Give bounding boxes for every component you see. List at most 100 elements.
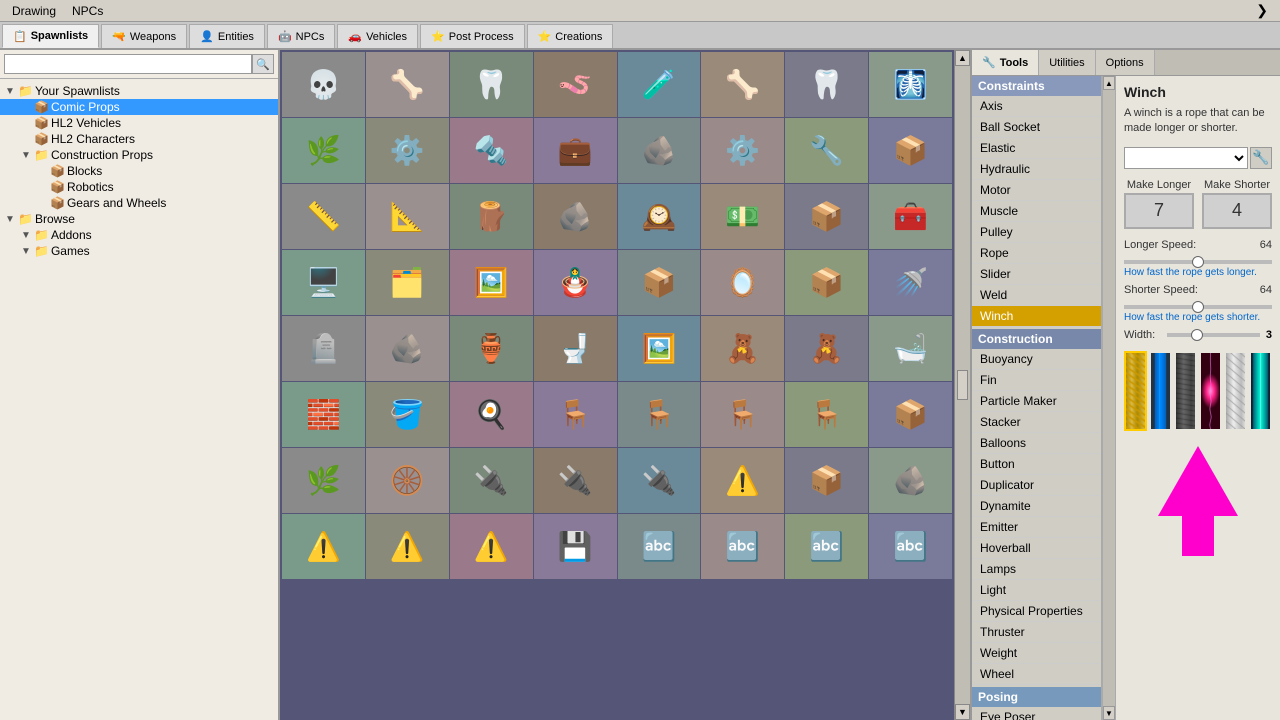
construction-item-weight[interactable]: Weight [972, 643, 1101, 664]
tree-item-browse[interactable]: ▼ 📁 Browse [0, 211, 278, 227]
prop-cell-39[interactable]: 🛁 [869, 316, 952, 381]
rope-preview-1[interactable] [1149, 351, 1172, 431]
scroll-down-btn[interactable]: ▼ [955, 704, 970, 720]
prop-cell-20[interactable]: 🕰️ [618, 184, 701, 249]
scroll-up-btn[interactable]: ▲ [955, 50, 970, 66]
prop-cell-37[interactable]: 🧸 [701, 316, 784, 381]
constraint-item-elastic[interactable]: Elastic [972, 138, 1101, 159]
construction-item-stacker[interactable]: Stacker [972, 412, 1101, 433]
prop-cell-29[interactable]: 🪞 [701, 250, 784, 315]
construction-item-button[interactable]: Button [972, 454, 1101, 475]
tab-weapons[interactable]: 🔫 Weapons [101, 24, 187, 48]
construction-item-emitter[interactable]: Emitter [972, 517, 1101, 538]
prop-cell-56[interactable]: ⚠️ [282, 514, 365, 579]
prop-cell-45[interactable]: 🪑 [701, 382, 784, 447]
menu-drawing[interactable]: Drawing [4, 2, 64, 20]
make-shorter-input[interactable] [1202, 193, 1272, 229]
prop-cell-59[interactable]: 💾 [534, 514, 617, 579]
prop-cell-40[interactable]: 🧱 [282, 382, 365, 447]
prop-cell-44[interactable]: 🪑 [618, 382, 701, 447]
right-tab-utilities[interactable]: Utilities [1039, 50, 1095, 75]
const-scroll-down[interactable]: ▼ [1103, 706, 1115, 720]
const-scroll-up[interactable]: ▲ [1103, 76, 1115, 90]
prop-cell-3[interactable]: 🪱 [534, 52, 617, 117]
tree-item-robotics[interactable]: 📦 Robotics [0, 179, 278, 195]
prop-cell-6[interactable]: 🦷 [785, 52, 868, 117]
prop-cell-19[interactable]: 🪨 [534, 184, 617, 249]
construction-item-fin[interactable]: Fin [972, 370, 1101, 391]
prop-cell-49[interactable]: 🛞 [366, 448, 449, 513]
prop-cell-15[interactable]: 📦 [869, 118, 952, 183]
right-tab-options[interactable]: Options [1096, 50, 1155, 75]
prop-cell-26[interactable]: 🖼️ [450, 250, 533, 315]
prop-cell-8[interactable]: 🌿 [282, 118, 365, 183]
prop-cell-23[interactable]: 🧰 [869, 184, 952, 249]
construction-item-thruster[interactable]: Thruster [972, 622, 1101, 643]
prop-cell-14[interactable]: 🔧 [785, 118, 868, 183]
prop-cell-25[interactable]: 🗂️ [366, 250, 449, 315]
prop-cell-41[interactable]: 🪣 [366, 382, 449, 447]
prop-cell-34[interactable]: 🏺 [450, 316, 533, 381]
prop-cell-18[interactable]: 🪵 [450, 184, 533, 249]
prop-cell-61[interactable]: 🔤 [701, 514, 784, 579]
prop-cell-27[interactable]: 🪆 [534, 250, 617, 315]
constraint-item-hydraulic[interactable]: Hydraulic [972, 159, 1101, 180]
prop-cell-57[interactable]: ⚠️ [366, 514, 449, 579]
tree-item-hl2-vehicles[interactable]: 📦 HL2 Vehicles [0, 115, 278, 131]
tab-entities[interactable]: 👤 Entities [189, 24, 265, 48]
constraint-item-ball-socket[interactable]: Ball Socket [972, 117, 1101, 138]
prop-cell-43[interactable]: 🪑 [534, 382, 617, 447]
constraint-item-pulley[interactable]: Pulley [972, 222, 1101, 243]
constraint-item-rope[interactable]: Rope [972, 243, 1101, 264]
prop-cell-55[interactable]: 🪨 [869, 448, 952, 513]
prop-cell-10[interactable]: 🔩 [450, 118, 533, 183]
prop-cell-54[interactable]: 📦 [785, 448, 868, 513]
longer-speed-slider[interactable] [1124, 260, 1272, 264]
constraint-item-slider[interactable]: Slider [972, 264, 1101, 285]
prop-cell-42[interactable]: 🍳 [450, 382, 533, 447]
prop-cell-35[interactable]: 🚽 [534, 316, 617, 381]
tree-item-hl2-chars[interactable]: 📦 HL2 Characters [0, 131, 278, 147]
rope-preview-3[interactable] [1199, 351, 1222, 431]
prop-cell-47[interactable]: 📦 [869, 382, 952, 447]
prop-cell-22[interactable]: 📦 [785, 184, 868, 249]
scroll-thumb[interactable] [957, 370, 968, 400]
rope-preview-5[interactable] [1249, 351, 1272, 431]
make-longer-input[interactable] [1124, 193, 1194, 229]
rope-preview-0[interactable] [1124, 351, 1147, 431]
tree-item-construction-props[interactable]: ▼ 📁 Construction Props [0, 147, 278, 163]
width-slider[interactable] [1167, 333, 1260, 337]
prop-cell-4[interactable]: 🧪 [618, 52, 701, 117]
prop-cell-30[interactable]: 📦 [785, 250, 868, 315]
constraint-item-axis[interactable]: Axis [972, 96, 1101, 117]
prop-cell-38[interactable]: 🧸 [785, 316, 868, 381]
posing-item-eye-poser[interactable]: Eye Poser [972, 707, 1101, 720]
prop-cell-48[interactable]: 🌿 [282, 448, 365, 513]
prop-cell-32[interactable]: 🪦 [282, 316, 365, 381]
prop-cell-36[interactable]: 🖼️ [618, 316, 701, 381]
rope-preview-2[interactable] [1174, 351, 1197, 431]
search-input[interactable] [4, 54, 252, 74]
tree-item-games[interactable]: ▼ 📁 Games [0, 243, 278, 259]
menu-expand[interactable]: ❯ [1248, 0, 1276, 21]
prop-cell-51[interactable]: 🔌 [534, 448, 617, 513]
prop-cell-58[interactable]: ⚠️ [450, 514, 533, 579]
prop-cell-2[interactable]: 🦷 [450, 52, 533, 117]
prop-cell-52[interactable]: 🔌 [618, 448, 701, 513]
constraint-item-weld[interactable]: Weld [972, 285, 1101, 306]
rope-preview-4[interactable] [1224, 351, 1247, 431]
prop-cell-50[interactable]: 🔌 [450, 448, 533, 513]
prop-cell-1[interactable]: 🦴 [366, 52, 449, 117]
prop-cell-21[interactable]: 💵 [701, 184, 784, 249]
constraint-item-motor[interactable]: Motor [972, 180, 1101, 201]
tree-item-gears[interactable]: 📦 Gears and Wheels [0, 195, 278, 211]
prop-cell-62[interactable]: 🔤 [785, 514, 868, 579]
prop-cell-0[interactable]: 💀 [282, 52, 365, 117]
construction-item-duplicator[interactable]: Duplicator [972, 475, 1101, 496]
construction-item-hoverball[interactable]: Hoverball [972, 538, 1101, 559]
construction-item-particle-maker[interactable]: Particle Maker [972, 391, 1101, 412]
tree-item-spawnlists[interactable]: ▼ 📁 Your Spawnlists [0, 83, 278, 99]
prop-cell-17[interactable]: 📐 [366, 184, 449, 249]
tab-vehicles[interactable]: 🚗 Vehicles [337, 24, 418, 48]
prop-cell-13[interactable]: ⚙️ [701, 118, 784, 183]
